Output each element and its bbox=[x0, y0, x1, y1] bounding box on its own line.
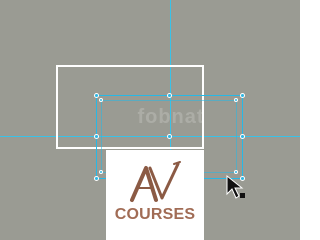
middle-left-resize-handle[interactable] bbox=[94, 134, 99, 139]
logo-image-layer[interactable]: AV COURSES bbox=[106, 150, 204, 240]
top-center-resize-handle[interactable] bbox=[167, 93, 172, 98]
inner-anchor-point[interactable] bbox=[99, 170, 103, 174]
top-right-resize-handle[interactable] bbox=[240, 93, 245, 98]
av-monogram-logo: AV bbox=[128, 160, 182, 209]
design-canvas[interactable]: fobnat AV COURSES bbox=[0, 0, 300, 240]
inner-anchor-point[interactable] bbox=[99, 98, 103, 102]
inner-anchor-point[interactable] bbox=[234, 98, 238, 102]
arrow-pointer-icon bbox=[225, 174, 247, 205]
bottom-left-resize-handle[interactable] bbox=[94, 176, 99, 181]
top-left-resize-handle[interactable] bbox=[94, 93, 99, 98]
logo-courses-text: COURSES bbox=[114, 206, 196, 223]
middle-right-resize-handle[interactable] bbox=[240, 134, 245, 139]
center-pivot-handle[interactable] bbox=[167, 134, 172, 139]
